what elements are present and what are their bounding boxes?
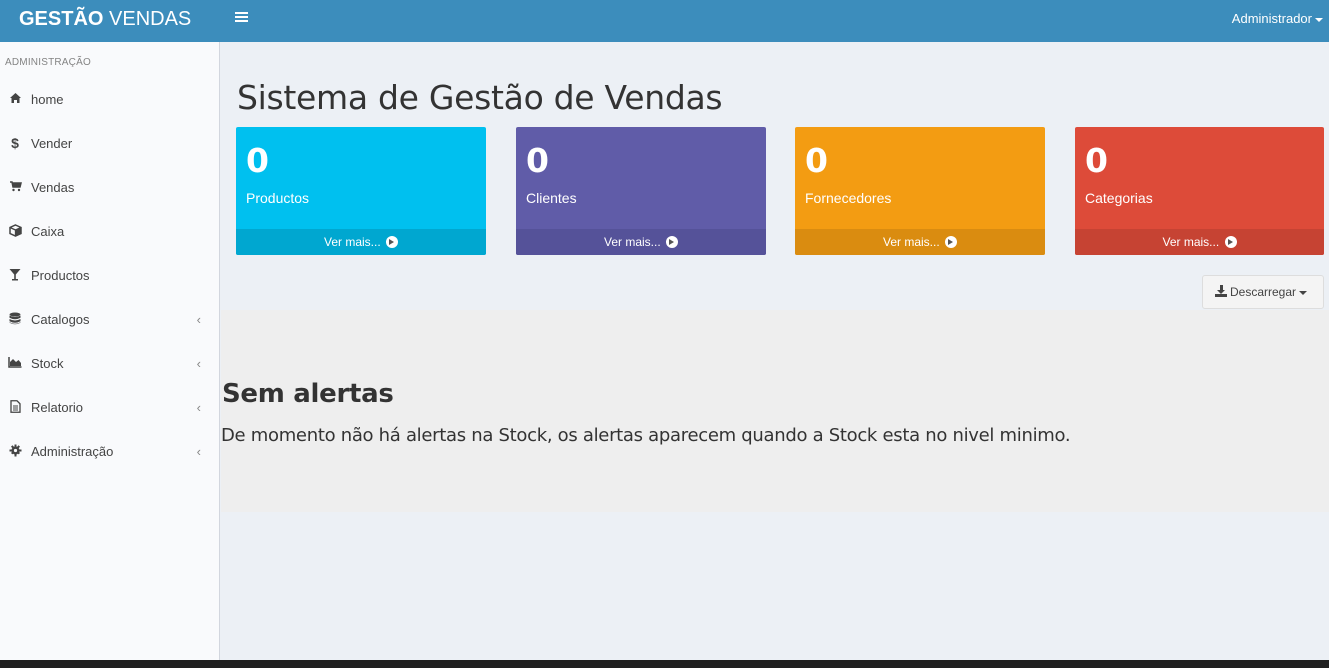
sidebar-item-label: Catalogos [31,312,90,327]
download-icon [1215,285,1227,297]
sidebar-item-label: Vendas [31,180,75,195]
caret-down-icon [1299,290,1308,295]
more-info-label: Ver mais... [1162,235,1220,249]
sidebar-item-catalogos[interactable]: Catalogos ‹ [0,300,219,344]
chevron-left-icon: ‹ [196,312,201,327]
sidebar-item-label: Administração [31,444,114,459]
stat-value: 0 [1085,141,1108,180]
stat-label: Clientes [526,190,577,206]
logo-bold-text: GESTÃO [19,8,104,30]
sidebar-section-title: ADMINISTRAÇÃO [5,57,91,68]
sidebar-item-administracao[interactable]: Administração ‹ [0,432,219,476]
database-icon [8,312,22,326]
sidebar-item-relatorio[interactable]: Relatorio ‹ [0,388,219,432]
stat-box-clientes: 0 Clientes Ver mais... [516,127,766,255]
stat-box-fornecedores: 0 Fornecedores Ver mais... [795,127,1045,255]
more-info-link[interactable]: Ver mais... [236,229,486,255]
logo-text: VENDAS [103,8,192,30]
more-info-link[interactable]: Ver mais... [1075,229,1324,255]
sidebar-item-label: Relatorio [31,400,84,415]
chevron-left-icon: ‹ [196,444,201,459]
cog-icon [8,444,22,458]
sidebar-item-label: Productos [31,268,90,283]
user-name: Administrador [1231,11,1312,26]
sidebar-item-label: Vender [31,136,73,151]
more-info-label: Ver mais... [882,235,940,249]
arrow-circle-right-icon [1224,236,1237,248]
stat-label: Categorias [1085,190,1153,206]
home-icon [8,92,22,106]
sidebar-item-label: Caixa [31,224,65,239]
arrow-circle-right-icon [945,236,958,248]
alert-title: Sem alertas [222,379,394,409]
cart-icon [8,180,22,194]
user-menu[interactable]: Administrador [1232,0,1323,38]
stat-label: Fornecedores [805,190,892,206]
alert-text: De momento não há alertas na Stock, os a… [221,425,1071,446]
cube-icon [8,224,22,238]
top-navbar: GESTÃO VENDAS Administrador [0,0,1329,42]
stat-box-productos: 0 Productos Ver mais... [236,127,486,255]
sidebar-toggle-icon[interactable] [235,12,248,24]
dollar-icon: $ [11,135,19,151]
alert-panel: Sem alertas De momento não há alertas na… [221,310,1329,512]
sidebar-item-label: Stock [31,356,64,371]
os-taskbar [0,660,1329,668]
app-logo[interactable]: GESTÃO VENDAS [0,0,220,42]
sidebar-item-vendas[interactable]: Vendas [0,168,219,212]
glass-icon [8,268,22,282]
arrow-circle-right-icon [666,236,679,248]
sidebar: ADMINISTRAÇÃO home $ Vender Vendas Caixa… [0,42,220,660]
download-button[interactable]: Descarregar [1202,275,1324,309]
stat-label: Productos [246,190,310,206]
sidebar-item-productos[interactable]: Productos [0,256,219,300]
download-label: Descarregar [1230,285,1297,299]
chevron-left-icon: ‹ [196,356,201,371]
sidebar-item-label: home [31,92,64,107]
file-text-icon [8,400,22,414]
stat-value: 0 [526,141,549,180]
sidebar-item-vender[interactable]: $ Vender [0,124,219,168]
sidebar-item-stock[interactable]: Stock ‹ [0,344,219,388]
chevron-left-icon: ‹ [196,400,201,415]
sidebar-item-caixa[interactable]: Caixa [0,212,219,256]
stat-value: 0 [246,141,269,180]
page-title: Sistema de Gestão de Vendas [237,78,723,117]
stat-value: 0 [805,141,828,180]
caret-down-icon [1315,17,1323,22]
arrow-circle-right-icon [386,236,399,248]
more-info-link[interactable]: Ver mais... [795,229,1045,255]
area-chart-icon [8,356,22,370]
sidebar-item-home[interactable]: home [0,80,219,124]
stat-box-categorias: 0 Categorias Ver mais... [1075,127,1324,255]
more-info-label: Ver mais... [323,235,381,249]
more-info-label: Ver mais... [603,235,661,249]
more-info-link[interactable]: Ver mais... [516,229,766,255]
